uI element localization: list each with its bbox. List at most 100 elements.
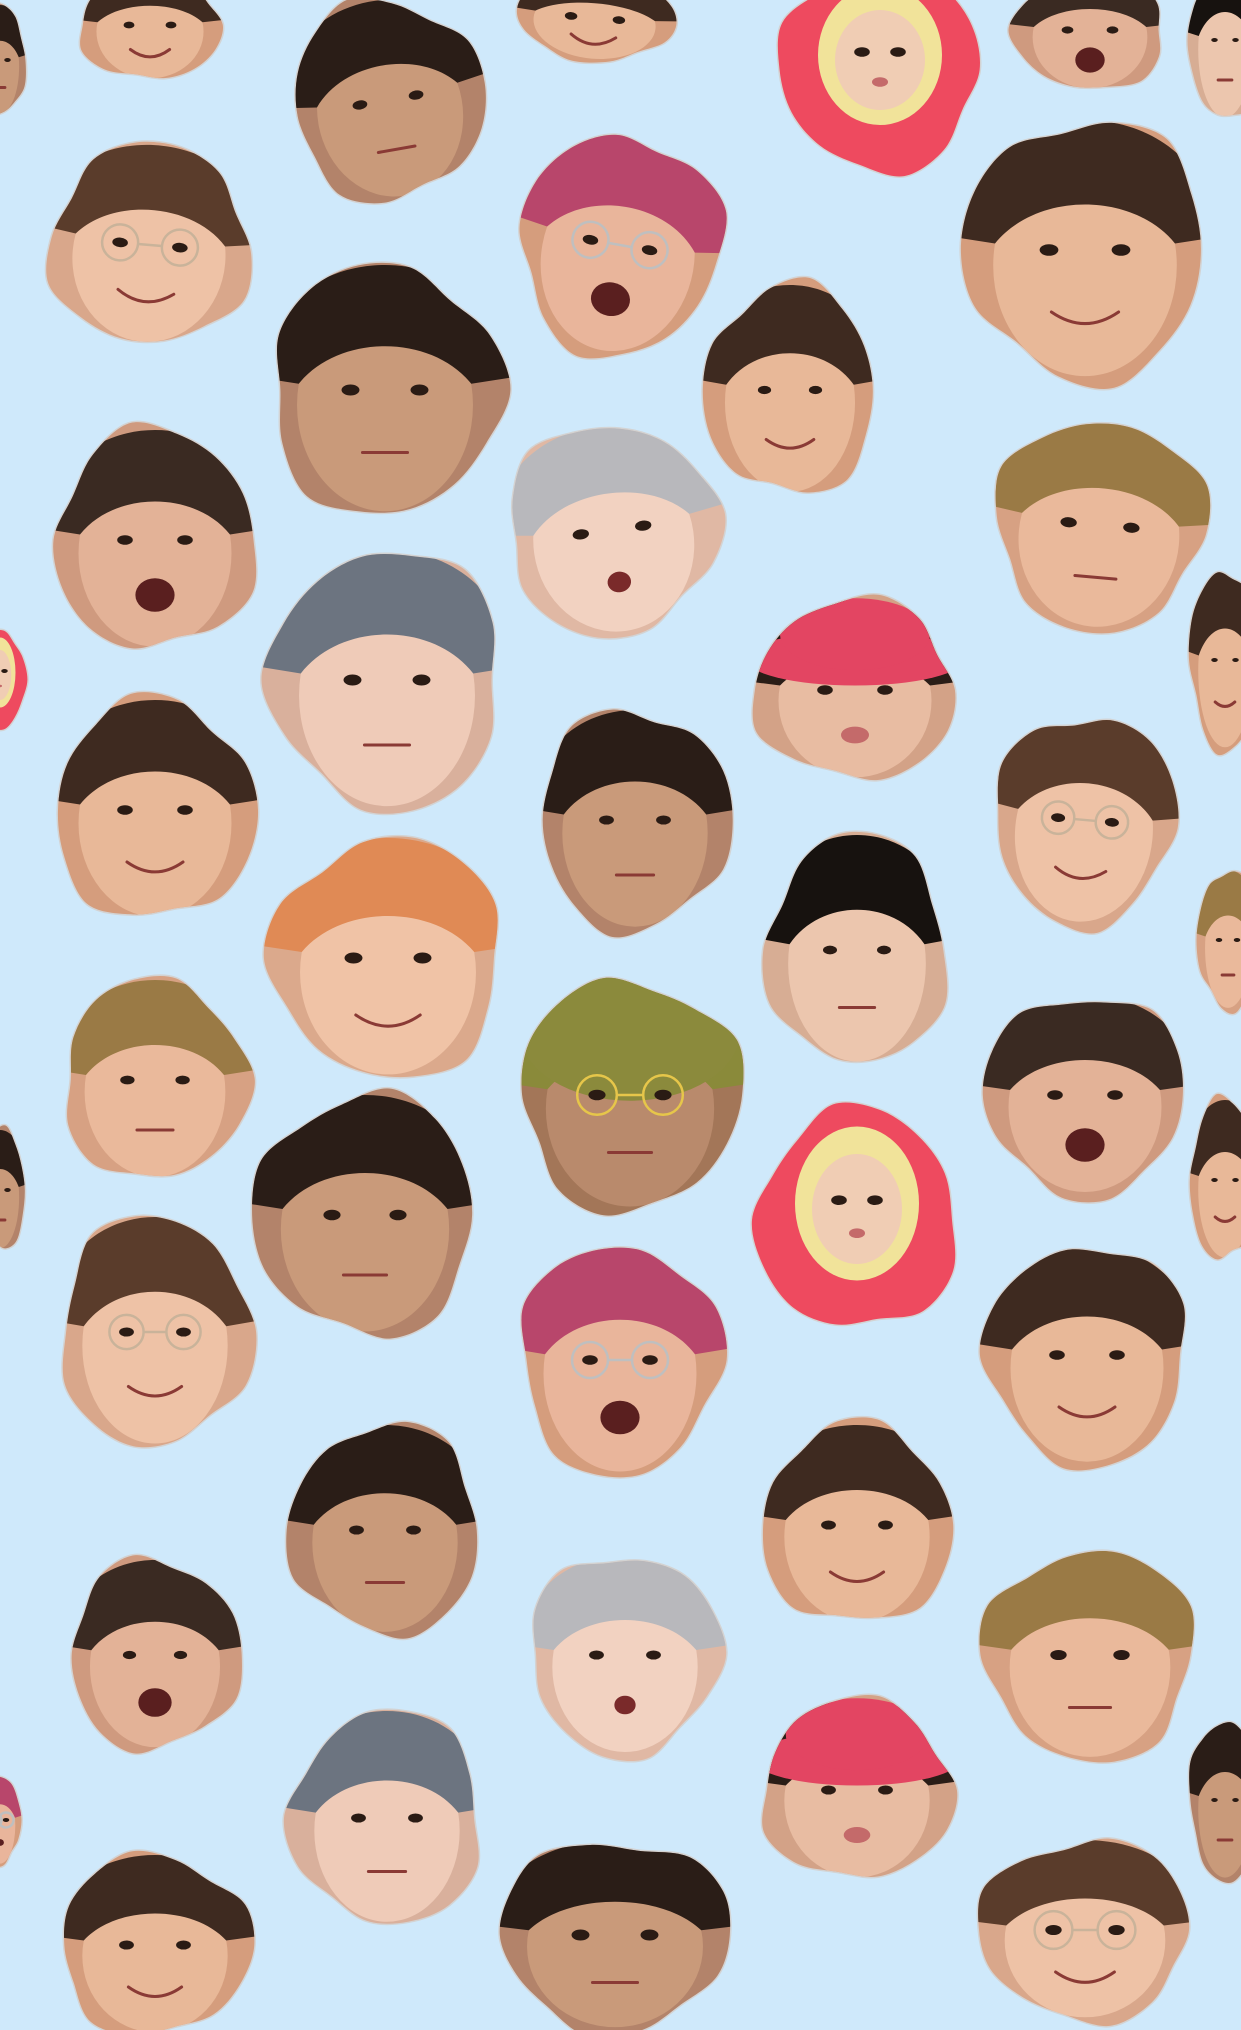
- sticker-boy-dark: [275, 261, 512, 515]
- mouth: [872, 77, 888, 87]
- right-eye: [1232, 1178, 1239, 1182]
- right-eye: [2, 1818, 10, 1822]
- left-eye: [1039, 244, 1059, 256]
- right-eye: [4, 1188, 11, 1192]
- right-eye: [878, 1785, 893, 1795]
- left-eye: [582, 1355, 598, 1365]
- left-eye: [351, 1813, 366, 1823]
- right-eye: [867, 1195, 883, 1205]
- left-eye: [1045, 1924, 1062, 1936]
- left-eye: [119, 1327, 134, 1337]
- sticker-boy-red-costume: [750, 1101, 957, 1327]
- right-eye: [1108, 1924, 1125, 1936]
- right-eye: [173, 1650, 188, 1660]
- right-eye: [1107, 1090, 1123, 1100]
- right-eye: [646, 1650, 661, 1660]
- right-eye: [406, 1525, 421, 1535]
- sticker-boy-glasses: [985, 710, 1187, 941]
- sticker-boy-blonde: [65, 974, 257, 1178]
- sticker-boy-red-costume: [776, 0, 982, 178]
- sticker-boy-yelling: [51, 420, 258, 650]
- sticker-boy-glasses: [61, 1214, 258, 1449]
- left-eye: [588, 1089, 606, 1101]
- right-eye: [1109, 1350, 1125, 1360]
- mouth: [841, 726, 869, 744]
- mouth: [849, 1228, 865, 1238]
- left-eye: [117, 805, 133, 815]
- sticker-boy-green-cap: [520, 976, 745, 1218]
- sticker-boy-dark: [0, 1123, 27, 1250]
- bucket-hat-crown: [785, 1698, 929, 1771]
- right-eye: [878, 1520, 893, 1530]
- right-eye: [176, 1940, 191, 1950]
- left-eye: [120, 1075, 135, 1085]
- face: [835, 10, 925, 110]
- left-eye: [831, 1195, 847, 1205]
- sticker-boy-yelling: [1006, 0, 1162, 90]
- left-eye: [571, 1929, 590, 1941]
- sticker-boy-brown: [959, 121, 1203, 391]
- sticker-boy-glasses: [976, 1837, 1191, 2028]
- left-eye: [343, 674, 362, 686]
- left-eye: [589, 1650, 604, 1660]
- mouth: [600, 1400, 640, 1435]
- sticker-boy-brown: [512, 0, 680, 71]
- right-eye: [876, 945, 892, 955]
- sticker-boy-brown: [78, 0, 225, 80]
- right-eye: [412, 674, 431, 686]
- sticker-boy-dark: [1187, 1720, 1241, 1885]
- mouth: [843, 1827, 871, 1843]
- sticker-boy-blonde: [978, 1549, 1196, 1764]
- left-eye: [1061, 26, 1074, 34]
- left-eye: [822, 945, 838, 955]
- sticker-boy-brown: [761, 1415, 955, 1620]
- right-eye: [808, 385, 823, 395]
- sticker-boy-silver-hair: [532, 1559, 728, 1763]
- right-eye: [177, 535, 193, 545]
- right-eye: [656, 815, 671, 825]
- right-eye: [1111, 244, 1131, 256]
- left-eye: [1215, 938, 1223, 942]
- right-eye: [654, 1089, 672, 1101]
- right-eye: [877, 685, 893, 695]
- sticker-boy-pink-hair: [0, 1775, 24, 1869]
- right-eye: [1233, 938, 1241, 942]
- sticker-boy-yelling: [981, 1000, 1185, 1204]
- sticker-boy-red-costume: [0, 628, 29, 732]
- left-eye: [1047, 1090, 1063, 1100]
- right-eye: [890, 47, 906, 57]
- left-eye: [117, 535, 133, 545]
- left-eye: [1211, 38, 1218, 42]
- sticker-boy-glasses: [40, 133, 263, 351]
- right-eye: [177, 805, 193, 815]
- left-eye: [1050, 1649, 1067, 1661]
- sticker-boy-brown: [1188, 1092, 1241, 1261]
- sticker-boy-blonde: [1194, 869, 1241, 1016]
- left-eye: [817, 685, 833, 695]
- right-eye: [4, 58, 11, 62]
- left-eye: [821, 1520, 836, 1530]
- left-eye: [341, 384, 360, 396]
- right-eye: [175, 1075, 190, 1085]
- sticker-boy-grey-blue: [282, 1708, 481, 1926]
- sticker-collage: [0, 0, 1241, 2030]
- right-eye: [165, 21, 177, 29]
- sticker-boy-black-hair: [760, 830, 949, 1064]
- left-eye: [119, 1940, 134, 1950]
- right-eye: [1113, 1649, 1130, 1661]
- beanie-hat: [521, 977, 740, 1101]
- sticker-boy-yelling: [70, 1553, 244, 1756]
- right-eye: [410, 384, 429, 396]
- sticker-boy-red-hat: [760, 1693, 959, 1879]
- sticker-boy-brown: [1187, 570, 1241, 757]
- sticker-boy-brown: [978, 1247, 1187, 1472]
- left-eye: [323, 1209, 341, 1221]
- sticker-boy-red-hat: [751, 592, 957, 782]
- face: [812, 1154, 902, 1264]
- sticker-boy-dark: [541, 707, 735, 939]
- left-eye: [123, 21, 135, 29]
- left-eye: [1211, 1798, 1218, 1802]
- right-eye: [389, 1209, 407, 1221]
- bucket-hat-crown: [780, 598, 930, 671]
- sticker-boy-dark: [0, 2, 28, 116]
